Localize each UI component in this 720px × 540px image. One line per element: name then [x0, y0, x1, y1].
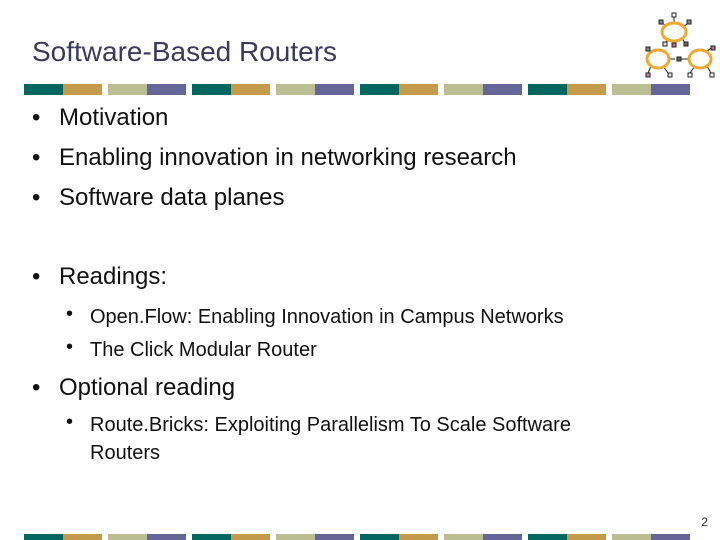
stripe-segment [528, 534, 567, 540]
stripe-segment [147, 84, 186, 95]
stripe-segment [444, 84, 483, 95]
stripe-segment [147, 534, 186, 540]
bullet-icon: • [66, 411, 74, 433]
stripe-segment [612, 534, 651, 540]
optional-reading-title: Route.Bricks: Exploiting Parallelism To … [90, 411, 571, 467]
stripe-segment [360, 534, 399, 540]
stripe-group [192, 534, 270, 540]
stripe-segment [567, 84, 606, 95]
reading-title: Open.Flow: Enabling Innovation in Campus… [90, 306, 564, 328]
stripe-segment [651, 534, 690, 540]
stripe-segment [63, 84, 102, 95]
top-decorative-stripe [24, 84, 696, 95]
bullet-text: Motivation [59, 104, 169, 131]
stripe-group [108, 534, 186, 540]
stripe-segment [612, 84, 651, 95]
stripe-segment [192, 84, 231, 95]
stripe-segment [315, 534, 354, 540]
optional-reading-line-2: Routers [90, 442, 161, 464]
stripe-segment [108, 534, 147, 540]
network-logo-icon [645, 12, 716, 78]
stripe-group [360, 84, 438, 95]
stripe-segment [399, 534, 438, 540]
optional-reading-line-1: Route.Bricks: Exploiting Parallelism To … [90, 414, 571, 436]
stripe-segment [24, 534, 63, 540]
stripe-segment [567, 534, 606, 540]
stripe-segment [276, 84, 315, 95]
stripe-segment [231, 534, 270, 540]
stripe-group [444, 534, 522, 540]
bullet-text: Optional reading [59, 374, 236, 401]
page-number: 2 [701, 515, 708, 529]
stripe-segment [651, 84, 690, 95]
stripe-segment [399, 84, 438, 95]
stripe-segment [483, 84, 522, 95]
stripe-group [612, 84, 690, 95]
stripe-group [360, 534, 438, 540]
slide-title: Software-Based Routers [32, 36, 338, 67]
stripe-group [24, 534, 102, 540]
stripe-segment [192, 534, 231, 540]
stripe-group [276, 534, 354, 540]
stripe-group [24, 84, 102, 95]
bullet-icon: • [32, 263, 41, 290]
stripe-group [276, 84, 354, 95]
stripe-group [528, 84, 606, 95]
bullet-icon: • [32, 184, 41, 211]
stripe-group [444, 84, 522, 95]
bullet-icon: • [32, 104, 41, 131]
reading-title: The Click Modular Router [90, 339, 317, 361]
bullet-icon: • [32, 374, 41, 401]
stripe-group [612, 534, 690, 540]
stripe-group [192, 84, 270, 95]
stripe-segment [528, 84, 567, 95]
stripe-group [528, 534, 606, 540]
bullet-icon: • [32, 144, 41, 171]
stripe-segment [360, 84, 399, 95]
bullet-icon: • [66, 336, 74, 358]
bullet-text: Software data planes [59, 184, 285, 211]
bullet-text: Readings: [59, 263, 168, 290]
stripe-segment [63, 534, 102, 540]
stripe-segment [444, 534, 483, 540]
stripe-segment [24, 84, 63, 95]
stripe-segment [483, 534, 522, 540]
stripe-segment [315, 84, 354, 95]
bottom-decorative-stripe [24, 534, 696, 540]
stripe-segment [108, 84, 147, 95]
bullet-text: Enabling innovation in networking resear… [59, 144, 517, 171]
stripe-segment [276, 534, 315, 540]
bullet-icon: • [66, 303, 74, 325]
stripe-group [108, 84, 186, 95]
stripe-segment [231, 84, 270, 95]
